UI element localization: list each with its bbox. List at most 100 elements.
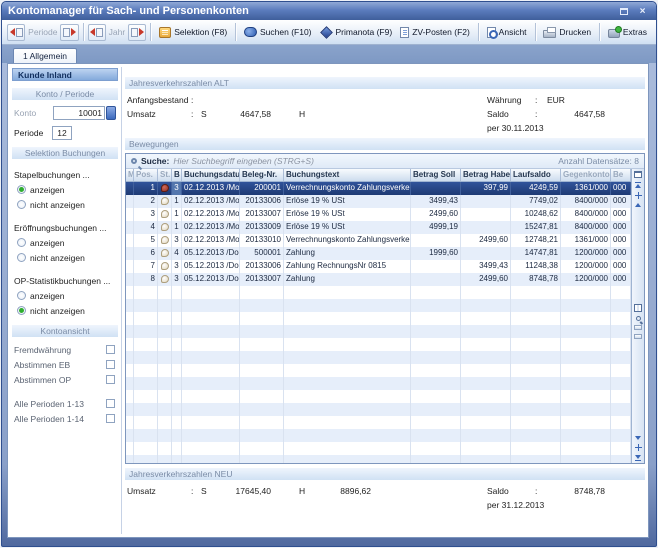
betrag-soll-cell [411,234,461,247]
column-header[interactable]: Beleg-Nr. [240,169,284,181]
table-row[interactable]: 3102.12.2013 /Mo20133007Erlöse 19 % USt2… [126,208,631,221]
konto-input[interactable]: 10001 [53,106,105,120]
table-row[interactable]: 2102.12.2013 /Mo20133006Erlöse 19 % USt3… [126,195,631,208]
m-cell [126,195,134,208]
column-header[interactable]: Laufsaldo [511,169,561,181]
extras-button[interactable]: Extras [604,25,651,40]
beleg-nr-cell: 20133010 [240,234,284,247]
tab-allgemein[interactable]: 1 Allgemein [13,48,77,63]
radio-option[interactable]: nicht anzeigen [14,197,116,212]
empty-cell [411,390,461,403]
column-header[interactable]: Be [611,169,631,181]
empty-cell [158,338,172,351]
checkbox-row[interactable]: Alle Perioden 1-13 [12,396,118,411]
last-record-button[interactable] [635,455,641,461]
empty-cell [240,403,284,416]
column-header[interactable]: M [126,169,134,181]
buchung-status-icon [161,223,169,231]
m-cell [126,208,134,221]
be-cell: 000 [611,182,631,195]
empty-cell [126,429,134,442]
table-row[interactable]: 6405.12.2013 /Do500001Zahlung1999,601474… [126,247,631,260]
checkbox[interactable] [106,414,115,423]
prev-record-icon[interactable] [635,203,641,207]
column-header[interactable]: Betrag Haben [461,169,511,181]
jahr-prev-button[interactable] [88,24,106,41]
st-cell [158,260,172,273]
empty-cell [561,338,611,351]
periode-label: Periode [28,27,57,37]
empty-cell [240,325,284,338]
radio-option[interactable]: anzeigen [14,288,116,303]
column-header[interactable]: B [172,169,182,181]
table-row[interactable]: 7305.12.2013 /Do20133006Zahlung Rechnung… [126,260,631,273]
checkbox-row[interactable]: Abstimmen EB [12,357,118,372]
grid-search-icon[interactable] [636,316,641,321]
table-row[interactable]: 5302.12.2013 /Mo20133010Verrechnungskont… [126,234,631,247]
buchungstext-cell: Zahlung [284,247,411,260]
checkbox-row[interactable]: Fremdwährung [12,342,118,357]
jahr-next-button[interactable] [128,24,146,41]
checkbox[interactable] [106,360,115,369]
column-header[interactable]: Buchungsdatum [182,169,240,181]
buchungstext-cell: Zahlung [284,273,411,286]
close-button[interactable]: × [635,5,650,18]
b-cell: 1 [172,195,182,208]
be-cell: 000 [611,208,631,221]
column-header[interactable]: Pos. ▼ [134,169,158,181]
table-row[interactable]: 4102.12.2013 /Mo20133009Erlöse 19 % USt4… [126,221,631,234]
st-cell [158,195,172,208]
search-bar[interactable]: Suche: Hier Suchbegriff eingeben (STRG+S… [126,154,644,169]
grid-tool-icon-2[interactable] [634,334,642,339]
insert-record-icon[interactable] [635,192,642,199]
column-select-icon[interactable] [634,171,642,178]
empty-cell [561,286,611,299]
radio-option[interactable]: anzeigen [14,235,116,250]
table-row-empty [126,286,631,299]
radio-option[interactable]: anzeigen [14,182,116,197]
columns-icon[interactable] [634,304,642,312]
grid-tool-icon-1[interactable] [634,325,642,330]
table-row[interactable]: 1302.12.2013 /Mo200001Verrechnungskonto … [126,182,631,195]
column-header[interactable]: St. [158,169,172,181]
buchungsdatum-cell: 05.12.2013 /Do [182,247,240,260]
column-header[interactable]: Buchungstext [284,169,411,181]
zv-posten-button[interactable]: ZV-Posten (F2) [396,25,474,40]
suchen-button[interactable]: Suchen (F10) [240,25,316,39]
checkbox[interactable] [106,375,115,384]
periode-prev-button[interactable] [7,24,25,41]
jahr-label: Jahr [109,27,126,37]
restore-button[interactable] [616,5,631,18]
periode-next-button[interactable] [60,24,78,41]
next-record-icon[interactable] [635,436,641,440]
checkbox[interactable] [106,399,115,408]
checkbox[interactable] [106,345,115,354]
column-header[interactable]: Betrag Soll [411,169,461,181]
checkbox-row[interactable]: Abstimmen OP [12,372,118,387]
empty-cell [561,364,611,377]
haben-indicator: H [299,486,313,496]
selektion-button[interactable]: Selektion (F8) [155,25,231,40]
laufsaldo-cell: 12748,21 [511,234,561,247]
buchungstext-cell: Verrechnungskonto Zahlungsverkehr [284,234,411,247]
table-row[interactable]: 8305.12.2013 /Do20133007Zahlung2499,6087… [126,273,631,286]
radio-option[interactable]: nicht anzeigen [14,250,116,265]
radio-option[interactable]: nicht anzeigen [14,303,116,318]
first-record-button[interactable] [635,182,641,188]
pos-cell: 4 [134,221,158,234]
search-icon [131,158,137,164]
ansicht-button[interactable]: Ansicht [483,25,531,40]
append-record-icon[interactable] [635,444,642,451]
empty-cell [134,299,158,312]
konto-spinner-button[interactable] [106,106,116,120]
grid-side-strip [631,169,644,463]
table-header[interactable]: MPos. ▼St.BBuchungsdatumBeleg-Nr.Buchung… [126,169,631,182]
toolbar-separator [535,23,536,41]
column-header[interactable]: Gegenkonto [561,169,611,181]
empty-cell [134,338,158,351]
checkbox-row[interactable]: Alle Perioden 1-14 [12,411,118,426]
betrag-haben-cell: 2499,60 [461,273,511,286]
periode-input[interactable]: 12 [52,126,72,140]
drucken-button[interactable]: Drucken [539,25,595,40]
primanota-button[interactable]: Primanota (F9) [316,25,397,39]
